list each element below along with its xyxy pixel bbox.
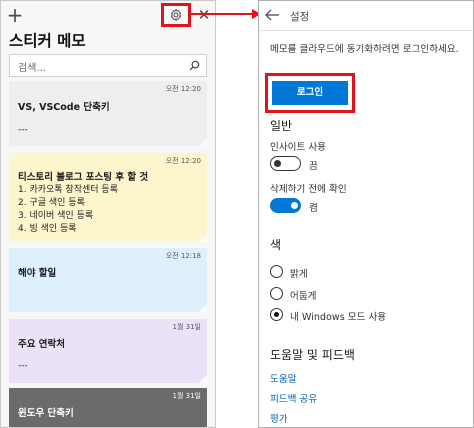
add-note-button[interactable]: +: [5, 4, 25, 26]
radio-windows-mode-label: 내 Windows 모드 사용: [290, 312, 387, 323]
note-corner-fold: [199, 234, 207, 242]
confirm-delete-toggle-state: 켬: [309, 203, 318, 214]
login-highlight-box: 로그인: [265, 73, 355, 113]
note-title: 윈도우 단축키: [18, 408, 74, 419]
feedback-link[interactable]: 피드백 공유: [270, 391, 317, 405]
screenshot-stage: + ✕ 스티커 메모 검색... 오전 12:20 VS, VSCode 단축키: [0, 0, 474, 428]
confirm-delete-toggle[interactable]: [270, 198, 301, 213]
note-title: VS, VSCode 단축키: [18, 102, 110, 113]
toggle-knob: [291, 202, 298, 209]
note-timestamp: 오전 12:20: [165, 157, 201, 165]
note-timestamp: 1월 31일: [172, 392, 201, 400]
note-corner-fold: [199, 304, 207, 312]
note-line: 4. 빙 색인 등록: [18, 224, 77, 234]
note-line: 3. 네이버 색인 등록: [18, 211, 94, 221]
annotation-arrow: [190, 9, 261, 19]
back-button[interactable]: [264, 7, 282, 23]
app-title: 스티커 메모: [9, 32, 86, 50]
plus-icon: +: [6, 3, 24, 27]
search-placeholder: 검색...: [18, 63, 46, 74]
insights-toggle-state: 끔: [309, 161, 318, 172]
note-line: ---: [18, 361, 28, 371]
radio-light-label: 밝게: [290, 269, 308, 280]
note-corner-fold: [199, 138, 207, 146]
toggle-knob: [274, 159, 281, 167]
note-line: 1. 카카오톡 창작센터 등록: [18, 185, 118, 195]
note-card[interactable]: 오전 12:20 티스토리 블로그 포스팅 후 할 것 1. 카카오톡 창작센터…: [9, 153, 207, 242]
radio-dark[interactable]: [270, 287, 283, 300]
section-general-heading: 일반: [270, 119, 293, 133]
note-corner-fold: [199, 375, 207, 383]
insights-label: 인사이트 사용: [270, 142, 327, 153]
rate-link[interactable]: 평가: [270, 411, 288, 425]
help-link[interactable]: 도움말: [270, 371, 296, 385]
settings-title: 설정: [290, 11, 310, 23]
radio-light[interactable]: [270, 265, 283, 278]
gear-icon: [170, 8, 182, 22]
section-help-heading: 도움말 및 피드백: [270, 348, 355, 362]
login-description: 메모를 클라우드에 동기화하려면 로그인하세요.: [270, 44, 459, 55]
note-card[interactable]: 1월 31일 주요 연락처 ---: [9, 319, 207, 383]
note-card[interactable]: 오전 12:20 VS, VSCode 단축키 ---: [9, 81, 207, 146]
note-timestamp: 오전 12:20: [165, 85, 201, 93]
search-icon[interactable]: [189, 60, 200, 71]
note-card[interactable]: 오전 12:18 해야 할일: [9, 248, 207, 312]
header-divider: [259, 30, 473, 31]
radio-windows-mode[interactable]: [270, 308, 283, 321]
note-timestamp: 오전 12:18: [165, 252, 201, 260]
radio-dark-label: 어둡게: [290, 291, 317, 302]
note-title: 티스토리 블로그 포스팅 후 할 것: [18, 172, 149, 183]
insights-toggle[interactable]: [270, 156, 301, 171]
note-line: 2. 구글 색인 등록: [18, 198, 85, 208]
note-title: 해야 할일: [18, 268, 57, 279]
login-button[interactable]: 로그인: [272, 81, 348, 105]
note-title: 주요 연락처: [18, 339, 66, 350]
settings-button[interactable]: [161, 3, 191, 27]
note-timestamp: 1월 31일: [172, 323, 201, 331]
confirm-delete-label: 삭제하기 전에 확인: [270, 184, 347, 195]
note-card[interactable]: 1월 31일 윈도우 단축키: [9, 388, 207, 427]
radio-selected-dot: [273, 311, 279, 317]
notes-list-window: + ✕ 스티커 메모 검색... 오전 12:20 VS, VSCode 단축키: [0, 0, 216, 428]
back-arrow-icon: [265, 9, 279, 21]
search-input[interactable]: 검색...: [9, 54, 207, 77]
notes-title-bar: + ✕: [1, 1, 215, 31]
section-color-heading: 색: [270, 238, 282, 252]
note-line: ---: [18, 125, 28, 135]
settings-window: 설정 메모를 클라우드에 동기화하려면 로그인하세요. 로그인 일반 인사이트 …: [258, 0, 474, 428]
